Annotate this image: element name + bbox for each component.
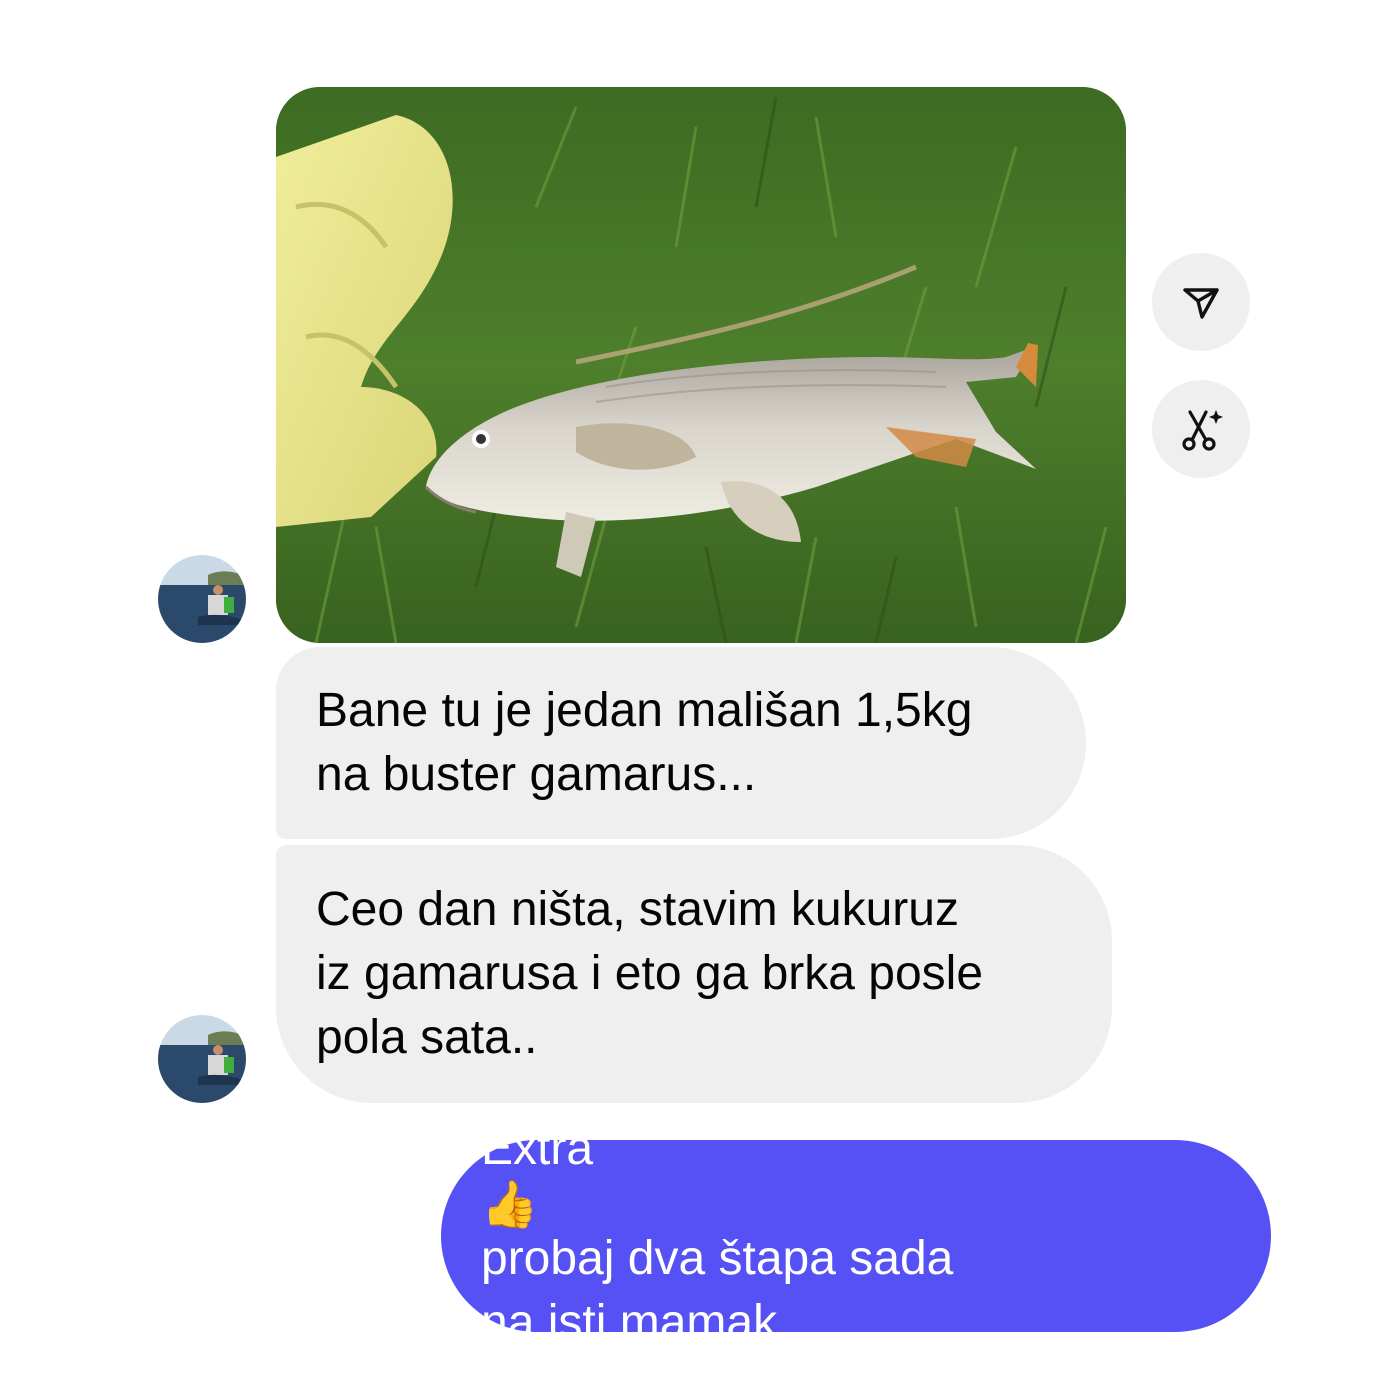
- message-text: Extra 👍 probaj dva štapa sada na isti ma…: [481, 1117, 953, 1355]
- sent-message-bubble[interactable]: Extra 👍 probaj dva štapa sada na isti ma…: [441, 1122, 1271, 1349]
- message-line: na isti mamak: [481, 1296, 778, 1349]
- message-line: na buster gamarus...: [316, 748, 757, 801]
- photo-message[interactable]: [276, 87, 1126, 643]
- ai-tools-icon: [1182, 410, 1223, 451]
- message-text: Bane tu je jedan mališan 1,5kg na buster…: [316, 679, 972, 807]
- received-message-bubble[interactable]: Ceo dan ništa, stavim kukuruz iz gamarus…: [276, 845, 1112, 1103]
- avatar-photo: [158, 1015, 246, 1103]
- message-text: Ceo dan ništa, stavim kukuruz iz gamarus…: [316, 878, 983, 1070]
- photo-fish-on-grass: [276, 87, 1126, 643]
- avatar-photo: [158, 555, 246, 643]
- forward-icon: [1183, 288, 1219, 319]
- contact-avatar[interactable]: [158, 555, 246, 643]
- message-line: iz gamarusa i eto ga brka posle: [316, 947, 984, 1000]
- contact-avatar[interactable]: [158, 1015, 246, 1103]
- thumbs-up-icon: 👍: [481, 1178, 539, 1230]
- ai-tools-button[interactable]: [1152, 380, 1250, 478]
- message-line: Extra 👍 probaj dva štapa sada: [481, 1117, 953, 1291]
- message-text-segment: Extra: [481, 1122, 594, 1175]
- message-line: Ceo dan ništa, stavim kukuruz: [316, 883, 959, 936]
- forward-button[interactable]: [1152, 253, 1250, 351]
- message-line: pola sata..: [316, 1011, 538, 1064]
- received-message-bubble[interactable]: Bane tu je jedan mališan 1,5kg na buster…: [276, 647, 1086, 839]
- message-text-segment: probaj dva štapa sada: [481, 1232, 954, 1285]
- message-line: Bane tu je jedan mališan 1,5kg: [316, 684, 973, 737]
- chat-thread: Bane tu je jedan mališan 1,5kg na buster…: [0, 0, 1400, 1400]
